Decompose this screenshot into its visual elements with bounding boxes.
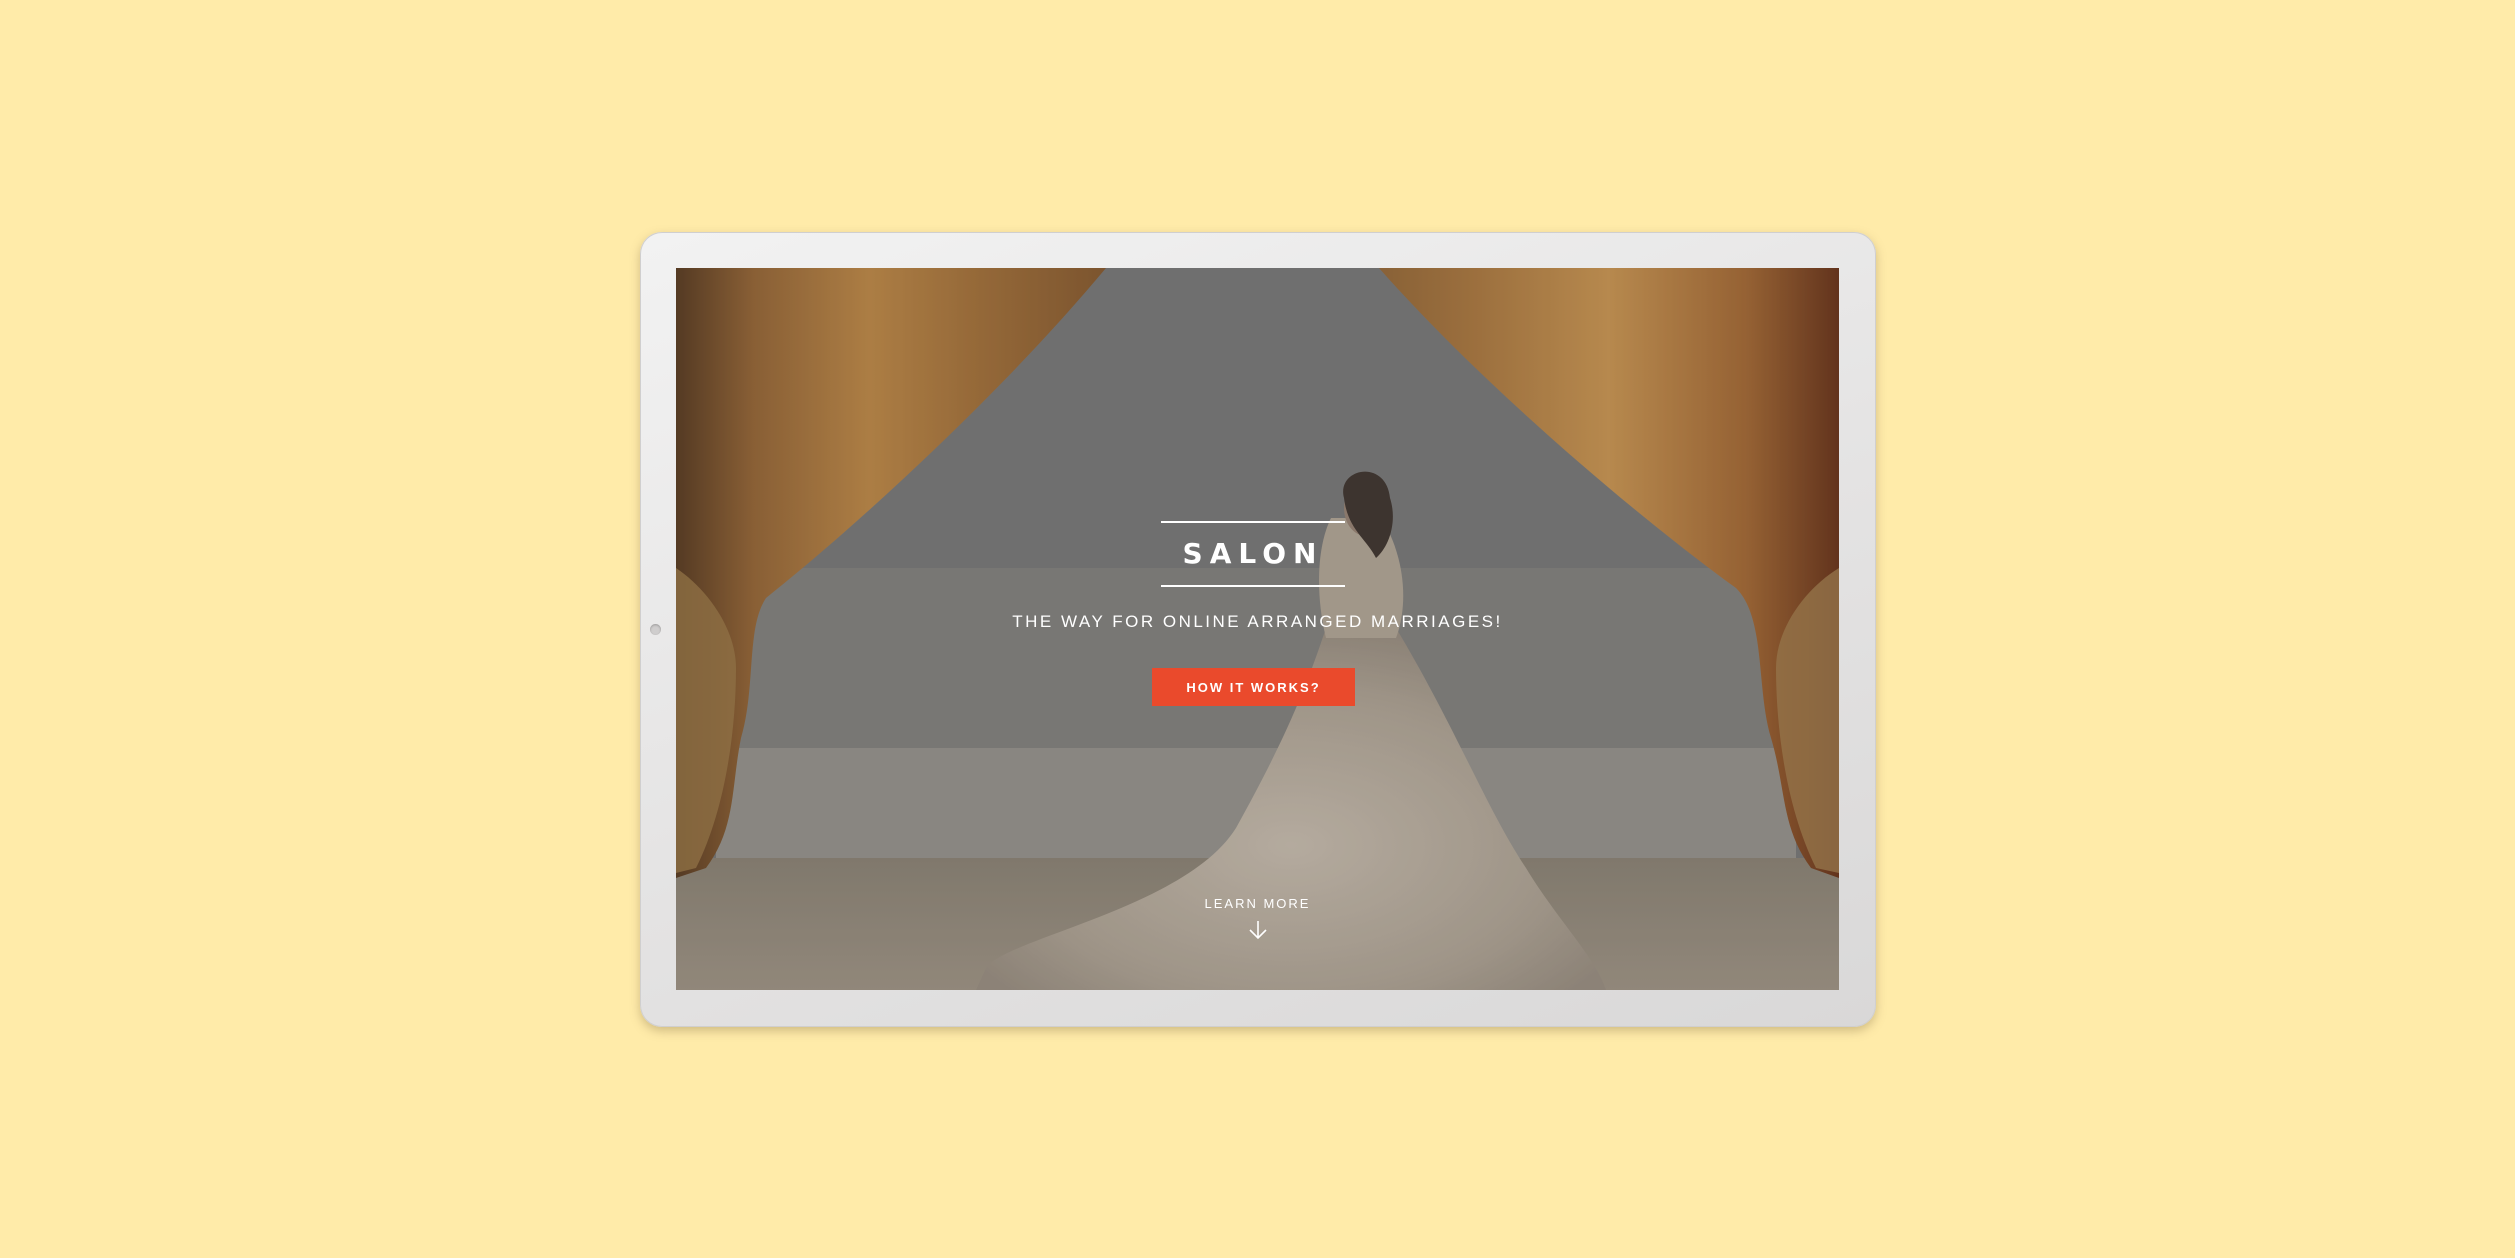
hero-tagline: THE WAY FOR ONLINE ARRANGED MARRIAGES! [1012,612,1503,631]
brand-title: SALON [1161,521,1345,587]
learn-more-label: LEARN MORE [1204,896,1311,911]
camera-dot [650,624,661,635]
tablet-frame: SALON THE WAY FOR ONLINE ARRANGED MARRIA… [640,232,1876,1027]
arrow-down-icon [1247,919,1269,946]
learn-more-link[interactable]: LEARN MORE [676,896,1839,946]
how-it-works-button[interactable]: HOW IT WORKS? [1152,668,1355,706]
screen: SALON THE WAY FOR ONLINE ARRANGED MARRIA… [676,268,1839,990]
